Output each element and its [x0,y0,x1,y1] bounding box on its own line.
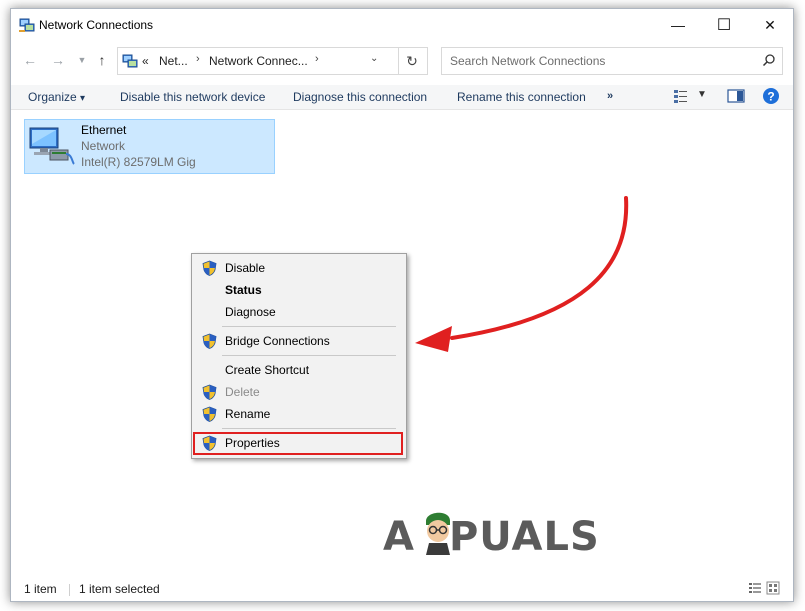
disable-device-button[interactable]: Disable this network device [120,90,265,104]
ethernet-connection-item[interactable]: Ethernet Network Intel(R) 82579LM Gig [24,119,275,174]
menu-item-label: Status [225,283,262,297]
menu-item-diagnose[interactable]: Diagnose [192,301,406,323]
breadcrumb-separator[interactable]: › [315,53,319,65]
breadcrumb-separator[interactable]: › [196,53,200,65]
menu-divider [222,428,396,429]
address-row: ← → ▼ ↑ « Net... › Network Connec... › ⌄… [11,45,793,77]
large-icons-view-icon[interactable] [766,581,780,595]
network-connections-icon [19,18,35,32]
back-arrow-icon[interactable]: ← [21,51,39,69]
item-count: 1 item [24,582,57,596]
diagnose-button[interactable]: Diagnose this connection [293,90,427,104]
uac-shield-icon [202,333,217,349]
file-list: Ethernet Network Intel(R) 82579LM Gig Di… [11,110,793,576]
address-dropdown-icon[interactable]: ⌄ [370,53,378,64]
menu-item-create-shortcut[interactable]: Create Shortcut [192,359,406,381]
search-input[interactable]: Search Network Connections [441,47,783,75]
status-bar: 1 item 1 item selected [11,578,793,600]
breadcrumb-item[interactable]: Network Connec... [209,54,308,68]
watermark-text-left: A [383,514,415,560]
selection-count: 1 item selected [79,582,160,596]
uac-shield-icon [202,406,217,422]
refresh-button[interactable]: ↻ [397,47,428,75]
details-view-icon[interactable] [748,581,762,595]
menu-item-label: Diagnose [225,305,276,319]
maximize-button[interactable]: ☐ [701,9,747,41]
refresh-icon: ↻ [406,52,418,69]
appuals-mascot-icon [426,512,450,555]
network-connections-icon [122,54,138,68]
breadcrumb-overflow[interactable]: « [142,54,149,68]
organize-menu[interactable]: Organize ▾ [28,90,85,104]
status-divider [69,584,70,596]
view-dropdown-icon[interactable]: ▼ [697,89,707,100]
explorer-window: Network Connections — ☐ ✕ ← → ▼ ↑ « Net.… [10,8,794,602]
search-placeholder: Search Network Connections [450,54,606,68]
breadcrumb-item[interactable]: Net... [159,54,188,68]
menu-divider [222,355,396,356]
address-bar[interactable]: « Net... › Network Connec... › ⌄ [117,47,399,75]
minimize-icon: — [671,17,685,33]
connection-name: Ethernet [81,123,127,137]
maximize-icon: ☐ [716,17,732,34]
close-icon: ✕ [764,16,776,33]
menu-item-label: Bridge Connections [225,334,330,348]
preview-pane-icon[interactable] [727,88,745,104]
properties-highlight-box [193,432,403,455]
organize-label: Organize [28,90,77,104]
appuals-watermark: A PUALS [383,514,600,560]
forward-arrow-icon[interactable]: → [49,51,67,69]
menu-item-label: Disable [225,261,266,275]
svg-text:?: ? [767,90,774,104]
up-arrow-icon[interactable]: ↑ [93,51,111,69]
menu-item-label: Rename [225,407,271,421]
help-icon[interactable]: ? [762,87,780,105]
menu-item-label: Create Shortcut [225,363,310,377]
close-button[interactable]: ✕ [747,9,793,41]
menu-item-disable[interactable]: Disable [192,257,406,279]
title-bar: Network Connections — ☐ ✕ [11,9,793,41]
rename-button[interactable]: Rename this connection [457,90,586,104]
menu-item-status[interactable]: Status [192,279,406,301]
recent-locations-icon[interactable]: ▼ [73,51,91,69]
connection-network: Network [81,139,126,153]
command-bar: Organize ▾ Disable this network device D… [11,85,793,110]
menu-item-delete: Delete [192,381,406,403]
minimize-button[interactable]: — [655,9,701,41]
more-commands-button[interactable]: » [607,90,613,102]
uac-shield-icon [202,384,217,400]
menu-divider [222,326,396,327]
connection-adapter: Intel(R) 82579LM Gig [81,155,196,169]
watermark-text-right: PUALS [448,514,600,560]
menu-item-rename[interactable]: Rename [192,403,406,425]
menu-item-label: Delete [225,385,260,399]
change-view-icon[interactable] [673,88,689,104]
window-title: Network Connections [39,18,154,32]
context-menu: Disable Status Diagnose Bridge Connectio… [191,253,407,459]
search-icon [762,54,775,67]
menu-item-bridge-connections[interactable]: Bridge Connections [192,330,406,352]
chevron-down-icon: ▾ [80,93,86,104]
uac-shield-icon [202,260,217,276]
ethernet-adapter-icon [29,127,75,165]
